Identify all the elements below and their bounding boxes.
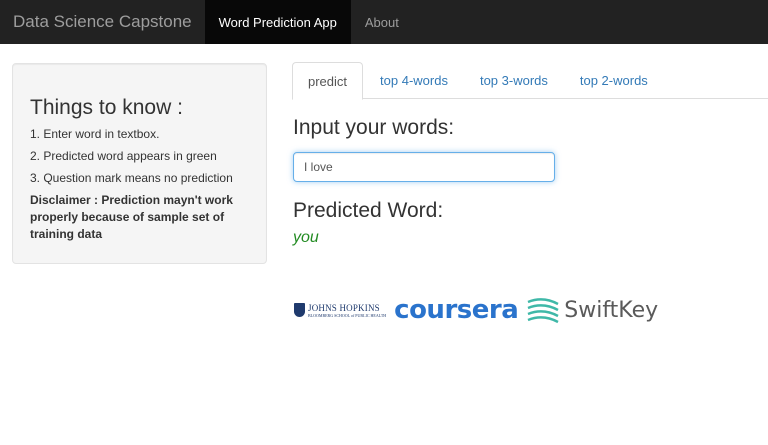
word-input[interactable] [293, 152, 555, 182]
coursera-logo: coursera [394, 295, 519, 325]
swiftkey-wordmark: SwiftKey [564, 297, 659, 323]
predicted-label: Predicted Word: [293, 199, 444, 222]
sidebar-title: Things to know : [30, 96, 183, 119]
jhu-logo-name: JOHNS HOPKINS [308, 302, 380, 313]
tab-top-3-words[interactable]: top 3-words [465, 62, 563, 99]
sidebar-panel: Things to know : 1. Enter word in textbo… [12, 63, 267, 264]
nav-about[interactable]: About [351, 0, 413, 44]
swiftkey-logo: SwiftKey [526, 296, 658, 324]
jhu-logo-subtitle: BLOOMBERG SCHOOL of PUBLIC HEALTH [308, 312, 387, 318]
partner-logos: JOHNS HOPKINS BLOOMBERG SCHOOL of PUBLIC… [294, 290, 658, 330]
jhu-logo: JOHNS HOPKINS BLOOMBERG SCHOOL of PUBLIC… [294, 303, 386, 318]
disclaimer: Disclaimer : Prediction mayn't work prop… [30, 193, 233, 241]
navbar-brand[interactable]: Data Science Capstone [0, 0, 205, 44]
tab-top-2-words[interactable]: top 2-words [565, 62, 663, 99]
jhu-shield-icon [294, 303, 305, 317]
instruction-3: 3. Question mark means no prediction [30, 171, 233, 185]
predicted-word: you [293, 229, 319, 246]
instruction-1: 1. Enter word in textbox. [30, 127, 160, 141]
nav-word-prediction-app[interactable]: Word Prediction App [204, 0, 351, 44]
tab-predict[interactable]: predict [292, 62, 364, 100]
tab-top-4-words[interactable]: top 4-words [365, 62, 463, 99]
navbar: Data Science Capstone Word Prediction Ap… [0, 0, 768, 44]
instruction-2: 2. Predicted word appears in green [30, 149, 217, 163]
input-label: Input your words: [293, 116, 455, 139]
tab-bar: predict top 4-words top 3-words top 2-wo… [292, 62, 768, 100]
swiftkey-swoosh-icon [527, 298, 559, 324]
